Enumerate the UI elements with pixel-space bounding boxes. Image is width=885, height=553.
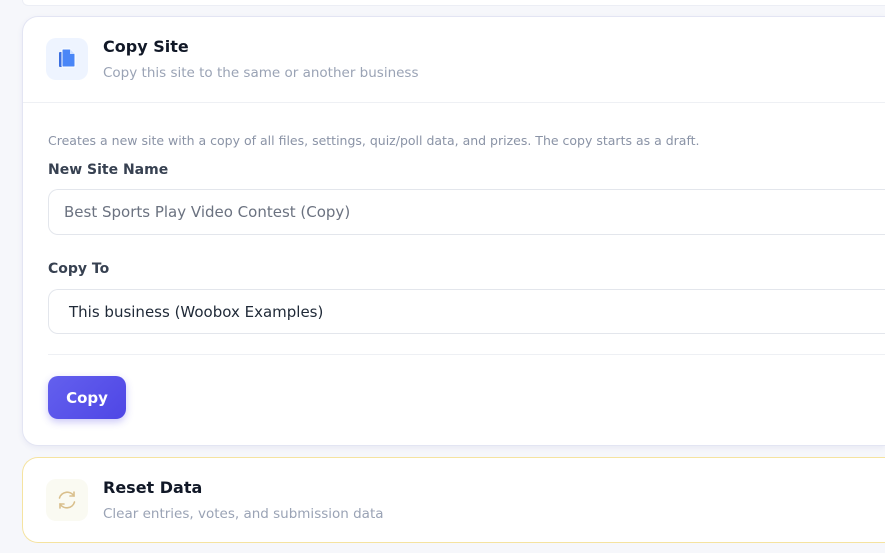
copy-site-title: Copy Site bbox=[103, 37, 189, 56]
copy-site-description: Creates a new site with a copy of all fi… bbox=[48, 133, 700, 148]
copy-to-label: Copy To bbox=[48, 261, 110, 277]
new-site-name-label: New Site Name bbox=[48, 162, 169, 178]
copy-site-card: Copy Site Copy this site to the same or … bbox=[22, 16, 885, 446]
reset-data-title: Reset Data bbox=[103, 478, 203, 497]
copy-icon bbox=[46, 38, 88, 80]
copy-site-header: Copy Site Copy this site to the same or … bbox=[23, 17, 885, 103]
reset-data-subtitle: Clear entries, votes, and submission dat… bbox=[103, 506, 384, 522]
previous-card bbox=[22, 0, 885, 6]
refresh-icon bbox=[46, 479, 88, 521]
divider bbox=[48, 354, 885, 355]
reset-data-header: Reset Data Clear entries, votes, and sub… bbox=[23, 458, 885, 543]
reset-data-card[interactable]: Reset Data Clear entries, votes, and sub… bbox=[22, 457, 885, 543]
copy-site-subtitle: Copy this site to the same or another bu… bbox=[103, 65, 419, 81]
new-site-name-input[interactable]: Best Sports Play Video Contest (Copy) bbox=[48, 189, 885, 235]
copy-to-select[interactable]: This business (Woobox Examples) bbox=[48, 289, 885, 334]
copy-button[interactable]: Copy bbox=[48, 376, 126, 419]
